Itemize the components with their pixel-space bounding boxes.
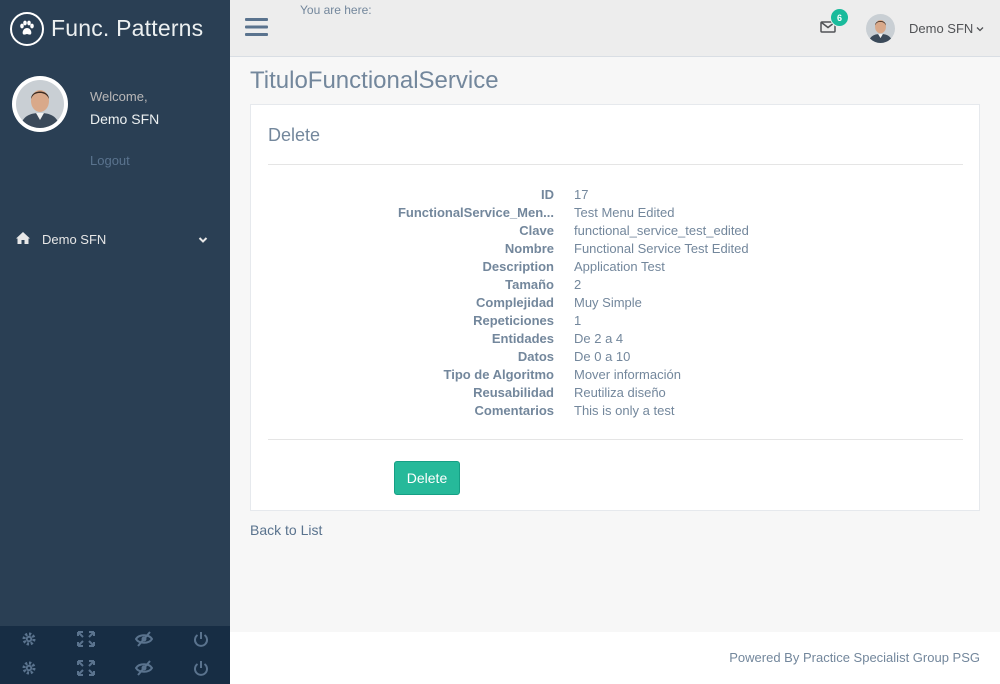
- chevron-down-icon: [976, 21, 984, 36]
- detail-row: Nombre Functional Service Test Edited: [251, 240, 981, 258]
- content-panel: Delete ID 17 FunctionalService_Men... Test …: [250, 104, 980, 511]
- fullscreen-button[interactable]: [58, 626, 116, 655]
- divider: [268, 439, 963, 440]
- sidebar-footer: [0, 626, 230, 684]
- avatar: [866, 14, 895, 43]
- detail-label: Tamaño: [505, 277, 554, 292]
- detail-row: Datos De 0 a 10: [251, 348, 981, 366]
- brand[interactable]: Func. Patterns: [0, 0, 230, 57]
- detail-label: FunctionalService_Men...: [397, 205, 554, 220]
- detail-label: Complejidad: [475, 295, 554, 310]
- detail-label: Comentarios: [474, 403, 554, 418]
- detail-row: Complejidad Muy Simple: [251, 294, 981, 312]
- fullscreen-button[interactable]: [58, 655, 116, 684]
- lock-button[interactable]: [115, 626, 173, 655]
- detail-row: Entidades De 2 a 4: [251, 330, 981, 348]
- fullscreen-icon: [77, 660, 96, 679]
- breadcrumb: You are here:: [300, 3, 372, 17]
- menu-toggle-icon[interactable]: [245, 17, 269, 40]
- detail-label: Tipo de Algoritmo: [443, 367, 555, 382]
- detail-row: Tipo de Algoritmo Mover información: [251, 366, 981, 384]
- details-list: ID 17 FunctionalService_Men... Test Menu Ed…: [251, 186, 981, 420]
- detail-value: This is only a test: [574, 403, 675, 418]
- paw-icon: [10, 11, 44, 46]
- detail-value: Functional Service Test Edited: [574, 241, 749, 256]
- detail-label: Clave: [519, 223, 554, 238]
- power-icon: [193, 631, 209, 650]
- gear-icon: [21, 660, 37, 679]
- detail-value: 2: [574, 277, 582, 292]
- sidebar-item-label: Demo SFN: [42, 231, 107, 247]
- divider: [268, 164, 963, 165]
- detail-value: Mover información: [574, 367, 681, 382]
- detail-value: Muy Simple: [574, 295, 642, 310]
- power-button[interactable]: [173, 655, 231, 684]
- delete-button[interactable]: Delete: [394, 461, 460, 495]
- chevron-down-icon: [198, 233, 208, 248]
- detail-label: Reusabilidad: [473, 385, 554, 400]
- footer: Powered By Practice Specialist Group PSG: [230, 632, 1000, 684]
- fullscreen-icon: [77, 631, 96, 650]
- home-icon: [15, 231, 31, 248]
- detail-row: Reusabilidad Reutiliza diseño: [251, 384, 981, 402]
- user-menu-name: Demo SFN: [909, 21, 974, 36]
- detail-value: De 2 a 4: [574, 331, 624, 346]
- eye-slash-icon: [134, 631, 153, 650]
- profile-username: Demo SFN: [90, 111, 160, 127]
- detail-value: functional_service_test_edited: [574, 223, 749, 238]
- mail-count-badge: 6: [830, 8, 849, 27]
- footer-text: Powered By Practice Specialist Group PSG: [729, 650, 980, 665]
- settings-button[interactable]: [0, 655, 58, 684]
- detail-label: ID: [541, 187, 554, 202]
- detail-value: 17: [574, 187, 589, 202]
- detail-label: Datos: [517, 349, 554, 364]
- detail-label: Repeticiones: [473, 313, 554, 328]
- top-nav: You are here: 6 Demo SFN: [230, 0, 1000, 57]
- detail-row: Comentarios This is only a test: [251, 402, 981, 420]
- sidebar-item-demo-sfn[interactable]: Demo SFN: [0, 226, 230, 252]
- detail-label: Nombre: [504, 241, 554, 256]
- detail-row: ID 17: [251, 186, 981, 204]
- welcome-label: Welcome,: [90, 89, 148, 104]
- gear-icon: [21, 631, 37, 650]
- detail-value: 1: [574, 313, 582, 328]
- power-icon: [193, 660, 209, 679]
- brand-title: Func. Patterns: [51, 15, 204, 41]
- detail-label: Description: [482, 259, 554, 274]
- detail-row: Repeticiones 1: [251, 312, 981, 330]
- lock-button[interactable]: [115, 655, 173, 684]
- sidebar: Func. Patterns Welcome, Demo SFN Logout: [0, 0, 230, 684]
- detail-value: Application Test: [574, 259, 665, 274]
- eye-slash-icon: [134, 660, 153, 679]
- logout-link[interactable]: Logout: [90, 153, 130, 168]
- settings-button[interactable]: [0, 626, 58, 655]
- detail-label: Entidades: [491, 331, 554, 346]
- detail-value: Reutiliza diseño: [574, 385, 666, 400]
- detail-row: Clave functional_service_test_edited: [251, 222, 981, 240]
- back-to-list-link[interactable]: Back to List: [250, 522, 322, 538]
- panel-title: Delete: [268, 125, 321, 145]
- user-menu[interactable]: Demo SFN: [866, 14, 984, 43]
- detail-row: Tamaño 2: [251, 276, 981, 294]
- avatar: [12, 76, 68, 132]
- page-title: TituloFunctionalService: [250, 67, 499, 94]
- power-button[interactable]: [173, 626, 231, 655]
- detail-row: FunctionalService_Men... Test Menu Edited: [251, 204, 981, 222]
- detail-value: De 0 a 10: [574, 349, 631, 364]
- detail-row: Description Application Test: [251, 258, 981, 276]
- detail-value: Test Menu Edited: [574, 205, 675, 220]
